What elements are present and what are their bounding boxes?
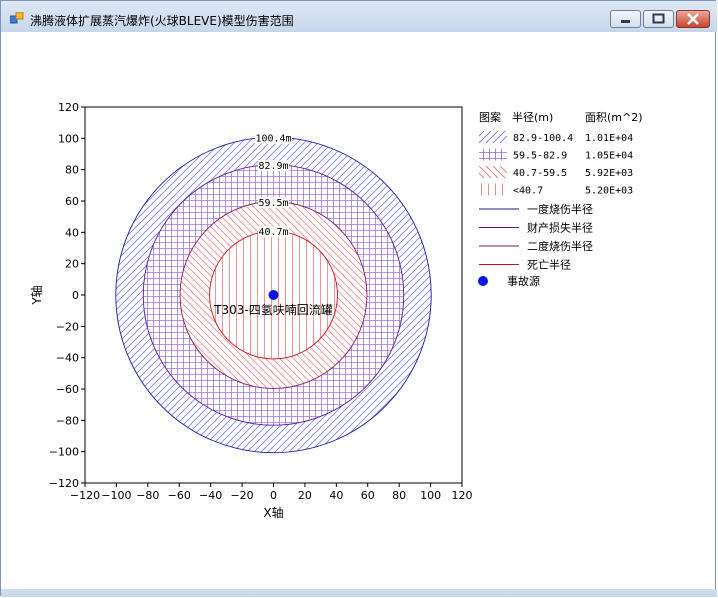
x-tick-label: 0 <box>270 489 277 502</box>
x-tick-label: −80 <box>136 489 159 502</box>
x-tick-label: −60 <box>168 489 191 502</box>
x-tick-label: 40 <box>329 489 343 502</box>
legend-swatch <box>479 166 507 178</box>
x-tick-label: 80 <box>392 489 406 502</box>
y-tick-label: 20 <box>65 258 79 271</box>
x-axis-label: X轴 <box>263 505 283 520</box>
x-tick-label: 20 <box>298 489 312 502</box>
ring-label: 59.5m <box>258 198 288 209</box>
y-tick-label: −40 <box>56 352 79 365</box>
y-tick-label: 120 <box>58 101 79 114</box>
y-tick-label: −100 <box>49 446 79 459</box>
legend-range: 82.9-100.4 <box>513 133 573 144</box>
y-tick-label: 40 <box>65 226 79 239</box>
y-tick-label: −20 <box>56 320 79 333</box>
window-title: 沸腾液体扩展蒸汽爆炸(火球BLEVE)模型伤害范围 <box>30 14 294 28</box>
legend-area: 1.05E+04 <box>585 151 633 162</box>
y-tick-label: 60 <box>65 195 79 208</box>
legend-header-area: 面积(m^2) <box>585 111 643 124</box>
x-tick-label: −120 <box>70 489 100 502</box>
x-tick-label: −20 <box>230 489 253 502</box>
y-tick-label: −60 <box>56 383 79 396</box>
ring-label: 100.4m <box>255 134 291 145</box>
app-window: 沸腾液体扩展蒸汽爆炸(火球BLEVE)模型伤害范围 100.4m 82.9m 59.… <box>0 0 717 597</box>
x-tick-label: −100 <box>101 489 131 502</box>
x-tick-label: 120 <box>452 489 473 502</box>
blast-radius-chart: 100.4m82.9m59.5m40.7mT303-四氢呋喃回流罐−120 −10… <box>29 101 643 520</box>
minimize-button[interactable] <box>610 10 641 28</box>
legend-range: 59.5-82.9 <box>513 151 567 162</box>
minimize-icon <box>621 20 630 23</box>
x-tick-label: −40 <box>199 489 222 502</box>
legend-line-label: 二度烧伤半径 <box>527 239 593 253</box>
accident-source-marker <box>268 290 279 300</box>
legend-marker-label: 事故源 <box>507 274 540 288</box>
x-tick-label: 60 <box>361 489 375 502</box>
ring-label: 82.9m <box>258 161 288 172</box>
close-icon <box>687 13 699 25</box>
y-tick-label: −120 <box>49 477 79 490</box>
legend-range: <40.7 <box>513 186 543 197</box>
legend-swatch <box>479 148 507 161</box>
app-icon <box>10 12 24 24</box>
client-area: 100.4m 82.9m 59.5m 40.7m T303-四氢呋喃回流罐 −120 −10… <box>9 32 709 589</box>
maximize-icon <box>652 13 665 24</box>
legend-line-label: 死亡半径 <box>527 258 571 272</box>
legend-area: 5.20E+03 <box>585 186 633 197</box>
title-bar[interactable]: 沸腾液体扩展蒸汽爆炸(火球BLEVE)模型伤害范围 <box>1 1 717 32</box>
source-label: T303-四氢呋喃回流罐 <box>213 302 333 317</box>
maximize-button[interactable] <box>643 10 674 28</box>
legend-line-label: 一度烧伤半径 <box>527 202 593 216</box>
y-tick-label: 80 <box>65 164 79 177</box>
legend-area: 1.01E+04 <box>585 133 633 144</box>
window-bottom-border <box>1 589 717 597</box>
ring-label: 40.7m <box>258 227 288 238</box>
y-tick-label: 0 <box>72 289 79 302</box>
x-tick-label: 100 <box>420 489 441 502</box>
legend-swatch <box>479 131 507 143</box>
close-button[interactable] <box>676 10 710 28</box>
y-tick-label: 100 <box>58 132 79 145</box>
legend-header-pattern: 图案 <box>479 110 501 124</box>
legend-range: 40.7-59.5 <box>513 168 567 179</box>
legend-header-radius: 半径(m) <box>512 110 553 124</box>
legend-area: 5.92E+03 <box>585 168 633 179</box>
legend-swatch <box>479 183 507 196</box>
legend-line-label: 财产损失半径 <box>527 221 593 235</box>
legend-marker <box>478 276 488 286</box>
y-tick-label: −80 <box>56 414 79 427</box>
y-axis-label: Y轴 <box>29 285 44 305</box>
